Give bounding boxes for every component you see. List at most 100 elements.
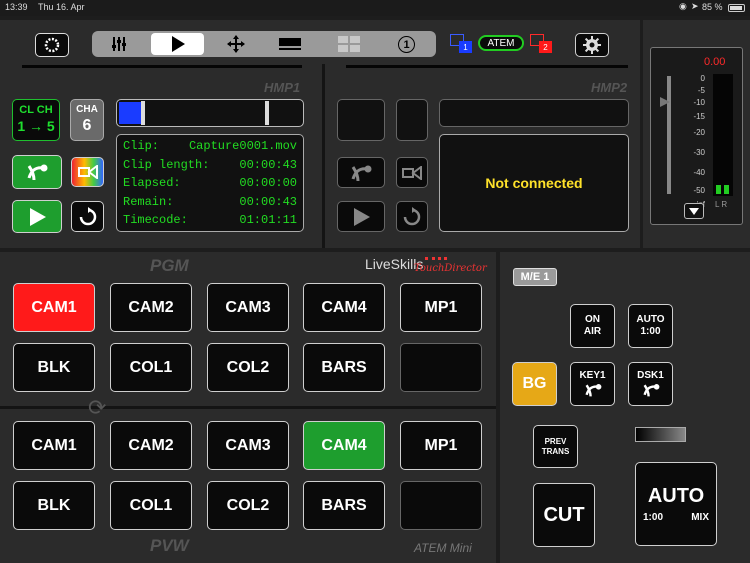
audio-meter-panel: 0.00 0-5-10-15-20-30-40-50-inf L R [650, 47, 743, 225]
key-auto-button[interactable]: AUTO 1:00 [628, 304, 673, 348]
hmp1-play-button[interactable] [12, 200, 62, 233]
tab-display[interactable] [279, 37, 301, 51]
loading-ring-icon [44, 37, 60, 53]
pvw-title: PVW [150, 536, 189, 555]
hmp2-repeat-button[interactable] [396, 201, 428, 232]
monitor-1-badge: 1 [459, 41, 472, 53]
swap-icon[interactable]: ⟳ [88, 395, 106, 421]
channel-a-button[interactable]: CHA 6 [70, 99, 104, 141]
film-icon [402, 165, 422, 180]
audio-scale-tick: -15 [693, 112, 705, 121]
clip-channel-label: CL CH [19, 104, 53, 117]
pvw-source-button[interactable]: MP1 [400, 421, 482, 470]
pgm-source-button[interactable]: BLK [13, 343, 95, 392]
pvw-source-button[interactable]: COL2 [207, 481, 289, 530]
pvw-source-button[interactable]: CAM1 [13, 421, 95, 470]
clip-info-value: Capture0001.mov [188, 139, 297, 153]
on-air-button[interactable]: ON AIR [570, 304, 615, 348]
settings-button[interactable] [575, 33, 609, 57]
pvw-source-button[interactable] [400, 481, 482, 530]
clip-info-label: Elapsed: [123, 176, 181, 190]
pvw-source-button[interactable]: CAM3 [207, 421, 289, 470]
audio-level-readout: 0.00 [704, 56, 726, 68]
transition-slider[interactable] [635, 427, 686, 442]
cut-button[interactable]: CUT [533, 483, 595, 547]
monitor-1-button[interactable]: 1 [450, 34, 474, 54]
pgm-source-button[interactable] [400, 343, 482, 392]
brand-logo-dots [425, 257, 447, 260]
hmp2-mode-button[interactable] [337, 157, 385, 188]
audio-scale: 0-5-10-15-20-30-40-50-inf [681, 72, 705, 209]
me-selector-button[interactable]: M/E 1 [513, 268, 557, 286]
pvw-source-button[interactable]: BARS [303, 481, 385, 530]
hmp1-repeat-button[interactable] [71, 201, 104, 232]
clip-info-row: Clip: Capture0001.mov [123, 139, 297, 158]
meter-right [724, 185, 729, 194]
channel-a-label: CHA [76, 103, 98, 115]
key1-button[interactable]: KEY1 [570, 362, 615, 406]
monitor-2-button[interactable]: 2 [530, 34, 554, 54]
clip-info-row: Elapsed: 00:00:00 [123, 176, 297, 195]
pgm-source-button[interactable]: COL2 [207, 343, 289, 392]
hmp2-channel-button[interactable] [396, 99, 428, 141]
pgm-source-button[interactable]: CAM2 [110, 283, 192, 332]
tab-number[interactable]: 1 [398, 36, 415, 53]
fader-handle[interactable] [660, 97, 670, 107]
tab-mixer[interactable] [107, 35, 131, 53]
hmp1-loop-button[interactable] [71, 157, 104, 187]
play-icon [171, 36, 185, 52]
prev-trans-button[interactable]: PREV TRANS [533, 425, 578, 468]
audio-scale-tick: -5 [697, 86, 705, 95]
auto-button[interactable]: AUTO 1:00 MIX [635, 462, 717, 546]
hmp2-status: Not connected [439, 134, 629, 232]
atem-connection-button[interactable]: ATEM [478, 35, 524, 51]
progress-thumb[interactable] [141, 101, 145, 125]
monitor-2-badge: 2 [539, 41, 552, 53]
audio-scale-tick: -20 [693, 128, 705, 137]
transition-curve-icon [584, 384, 601, 397]
divider [22, 65, 302, 68]
hmp2-loop-button[interactable] [396, 157, 428, 188]
battery-percent: 85 % [702, 2, 723, 12]
hmp1-progress-bar[interactable] [116, 99, 304, 127]
hmp1-mode-button[interactable] [12, 155, 62, 189]
pgm-source-button[interactable]: CAM3 [207, 283, 289, 332]
sliders-icon [112, 37, 126, 51]
pvw-source-button[interactable]: CAM2 [110, 421, 192, 470]
dsk1-button[interactable]: DSK1 [628, 362, 673, 406]
tab-move[interactable] [224, 35, 248, 53]
pvw-source-button[interactable]: BLK [13, 481, 95, 530]
status-date: Thu 16. Apr [38, 2, 85, 12]
clip-info-label: Clip length: [123, 157, 210, 172]
clip-info-value: 01:01:11 [239, 213, 297, 227]
pvw-source-button[interactable]: COL1 [110, 481, 192, 530]
pvw-source-button[interactable]: CAM4 [303, 421, 385, 470]
atem-model: ATEM Mini [414, 541, 472, 555]
divider [346, 65, 628, 68]
hmp2-clip-channel-button[interactable] [337, 99, 385, 141]
gear-icon [583, 36, 601, 54]
clip-info-value: 00:00:43 [239, 194, 297, 209]
pgm-source-button[interactable]: BARS [303, 343, 385, 392]
key-auto-rate: 1:00 [640, 326, 661, 337]
hmp1-title: HMP1 [264, 80, 301, 95]
divider [322, 64, 325, 248]
clip-channel-button[interactable]: CL CH 1 → 5 [12, 99, 60, 141]
out-point-marker[interactable] [265, 101, 269, 125]
bg-button[interactable]: BG [512, 362, 557, 406]
display-icon [279, 38, 301, 50]
chevron-down-icon [689, 207, 699, 215]
repeat-icon [403, 206, 421, 225]
pgm-source-button[interactable]: CAM4 [303, 283, 385, 332]
pgm-source-button[interactable]: COL1 [110, 343, 192, 392]
pgm-source-button[interactable]: CAM1 [13, 283, 95, 332]
hmp2-play-button[interactable] [337, 201, 385, 232]
hmp2-progress-bar[interactable] [439, 99, 629, 127]
tab-play[interactable] [151, 33, 204, 55]
pgm-source-button[interactable]: MP1 [400, 283, 482, 332]
clip-info-row: Remain: 00:00:43 [123, 195, 297, 214]
repeat-icon [79, 206, 96, 225]
tab-multiview[interactable] [337, 36, 361, 52]
settings-wheel-button[interactable] [35, 33, 69, 57]
audio-dropdown-button[interactable] [684, 203, 704, 219]
